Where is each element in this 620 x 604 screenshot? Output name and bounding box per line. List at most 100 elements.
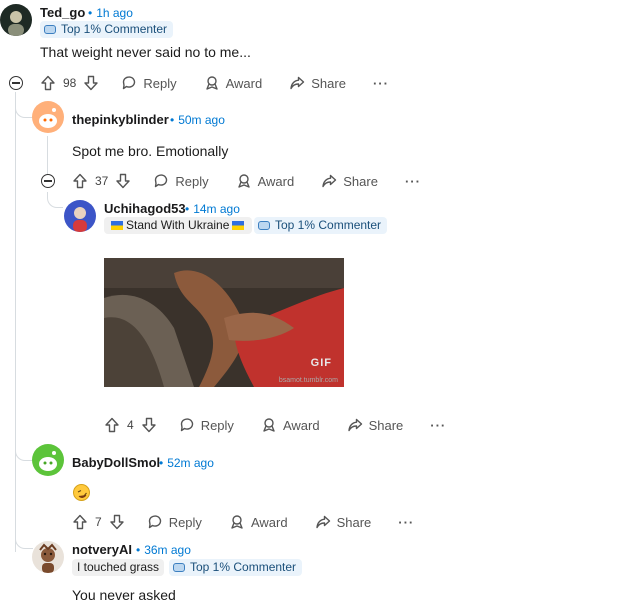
award-button[interactable]: Award xyxy=(229,514,288,530)
share-button[interactable]: Share xyxy=(347,417,403,433)
badge-label: Top 1% Commenter xyxy=(275,218,382,232)
comment-text: That weight never said no to me... xyxy=(40,44,251,60)
downvote-icon xyxy=(109,514,124,530)
share-icon xyxy=(290,76,305,90)
more-options-button[interactable]: ··· xyxy=(398,515,414,530)
badge-label: Top 1% Commenter xyxy=(190,560,297,574)
upvote-button[interactable] xyxy=(104,417,120,433)
vote-count: 4 xyxy=(127,418,134,432)
timestamp-text: 36m ago xyxy=(144,543,191,557)
comment-timestamp[interactable]: • 36m ago xyxy=(136,543,191,557)
comment-username[interactable]: thepinkyblinder xyxy=(72,112,169,127)
timestamp-text: 50m ago xyxy=(178,113,225,127)
collapse-icon[interactable] xyxy=(9,76,23,90)
upvote-icon xyxy=(41,75,55,91)
reply-label: Reply xyxy=(175,173,209,189)
award-label: Award xyxy=(282,417,320,433)
thread-line-root xyxy=(15,92,16,552)
share-label: Share xyxy=(343,173,378,189)
timestamp-text: 1h ago xyxy=(96,6,133,20)
user-flair: Stand With Ukraine xyxy=(104,217,253,234)
avatar[interactable] xyxy=(32,101,64,133)
comment-username[interactable]: Uchihagod53 xyxy=(104,201,186,216)
more-icon: ··· xyxy=(398,514,415,530)
reply-icon xyxy=(180,418,193,432)
award-icon xyxy=(237,174,250,188)
downvote-button[interactable] xyxy=(109,514,125,530)
comment-timestamp[interactable]: • 50m ago xyxy=(170,113,225,127)
comment-timestamp[interactable]: • 14m ago xyxy=(185,202,240,216)
upvote-icon xyxy=(105,417,119,433)
more-options-button[interactable]: ··· xyxy=(373,76,389,91)
downvote-button[interactable] xyxy=(83,75,99,91)
comment-actions: 98 Reply Award Share ··· xyxy=(40,71,389,95)
award-icon xyxy=(231,515,243,529)
upvote-icon xyxy=(73,173,87,189)
comment-timestamp[interactable]: • 52m ago xyxy=(159,456,214,470)
top-commenter-badge: Top 1% Commenter xyxy=(254,217,388,234)
award-label: Award xyxy=(257,173,295,189)
downvote-button[interactable] xyxy=(115,173,131,189)
reply-icon xyxy=(148,515,161,529)
comment-username[interactable]: notveryAI xyxy=(72,542,132,557)
vote-count: 7 xyxy=(95,515,102,529)
award-label: Award xyxy=(250,514,288,530)
award-label: Award xyxy=(225,75,263,91)
share-icon xyxy=(315,515,330,529)
gif-source: bsamot.tumblr.com xyxy=(278,377,338,384)
reply-button[interactable]: Reply xyxy=(147,514,202,530)
thread-curve-reply-2 xyxy=(47,192,63,208)
more-options-button[interactable]: ··· xyxy=(405,174,421,189)
badge-icon xyxy=(44,25,56,34)
timestamp-text: 14m ago xyxy=(193,202,240,216)
vote-count: 98 xyxy=(63,76,77,90)
share-button[interactable]: Share xyxy=(321,173,378,189)
comment-timestamp[interactable]: • 1h ago xyxy=(88,6,133,20)
award-icon xyxy=(205,76,218,90)
ukraine-flag-icon xyxy=(232,221,245,230)
reply-icon xyxy=(155,174,168,188)
share-label: Share xyxy=(311,75,346,91)
flair-label: I touched grass xyxy=(77,560,160,574)
thread-curve-reply-1 xyxy=(15,100,33,118)
collapse-icon[interactable] xyxy=(41,174,55,188)
upvote-button[interactable] xyxy=(72,173,88,189)
downvote-button[interactable] xyxy=(141,417,157,433)
reply-button[interactable]: Reply xyxy=(153,173,209,189)
comment-username[interactable]: Ted_go xyxy=(40,5,85,20)
share-icon xyxy=(347,418,362,432)
more-icon: ··· xyxy=(430,417,447,433)
award-icon xyxy=(263,418,275,432)
timestamp-text: 52m ago xyxy=(167,456,214,470)
reply-label: Reply xyxy=(143,75,177,91)
comment-text: You never asked xyxy=(72,587,176,603)
upvote-button[interactable] xyxy=(40,75,56,91)
reply-button[interactable]: Reply xyxy=(121,75,177,91)
upvote-button[interactable] xyxy=(72,514,88,530)
avatar[interactable] xyxy=(64,200,96,232)
avatar[interactable] xyxy=(32,444,64,476)
thread-curve-reply-4 xyxy=(15,533,33,549)
avatar[interactable] xyxy=(32,541,64,573)
gif-image xyxy=(104,258,344,387)
vote-count: 37 xyxy=(95,174,109,188)
user-flair: I touched grass xyxy=(72,559,165,576)
downvote-icon xyxy=(84,75,99,91)
rolling-on-floor-laughing-emoji xyxy=(73,484,90,501)
share-button[interactable]: Share xyxy=(289,75,346,91)
comment-text: Spot me bro. Emotionally xyxy=(72,143,229,159)
share-icon xyxy=(322,174,337,188)
more-icon: ··· xyxy=(404,173,421,189)
more-options-button[interactable]: ··· xyxy=(430,418,446,433)
reply-button[interactable]: Reply xyxy=(179,417,234,433)
avatar[interactable] xyxy=(0,4,32,36)
comment-username[interactable]: BabyDollSmol xyxy=(72,455,160,470)
gif-embed[interactable]: GIF bsamot.tumblr.com xyxy=(104,258,344,387)
award-button[interactable]: Award xyxy=(204,75,263,91)
share-label: Share xyxy=(336,514,372,530)
award-button[interactable]: Award xyxy=(236,173,295,189)
award-button[interactable]: Award xyxy=(261,417,320,433)
share-button[interactable]: Share xyxy=(315,514,372,530)
badge-label: Top 1% Commenter xyxy=(61,22,168,36)
badge-icon xyxy=(258,221,270,230)
